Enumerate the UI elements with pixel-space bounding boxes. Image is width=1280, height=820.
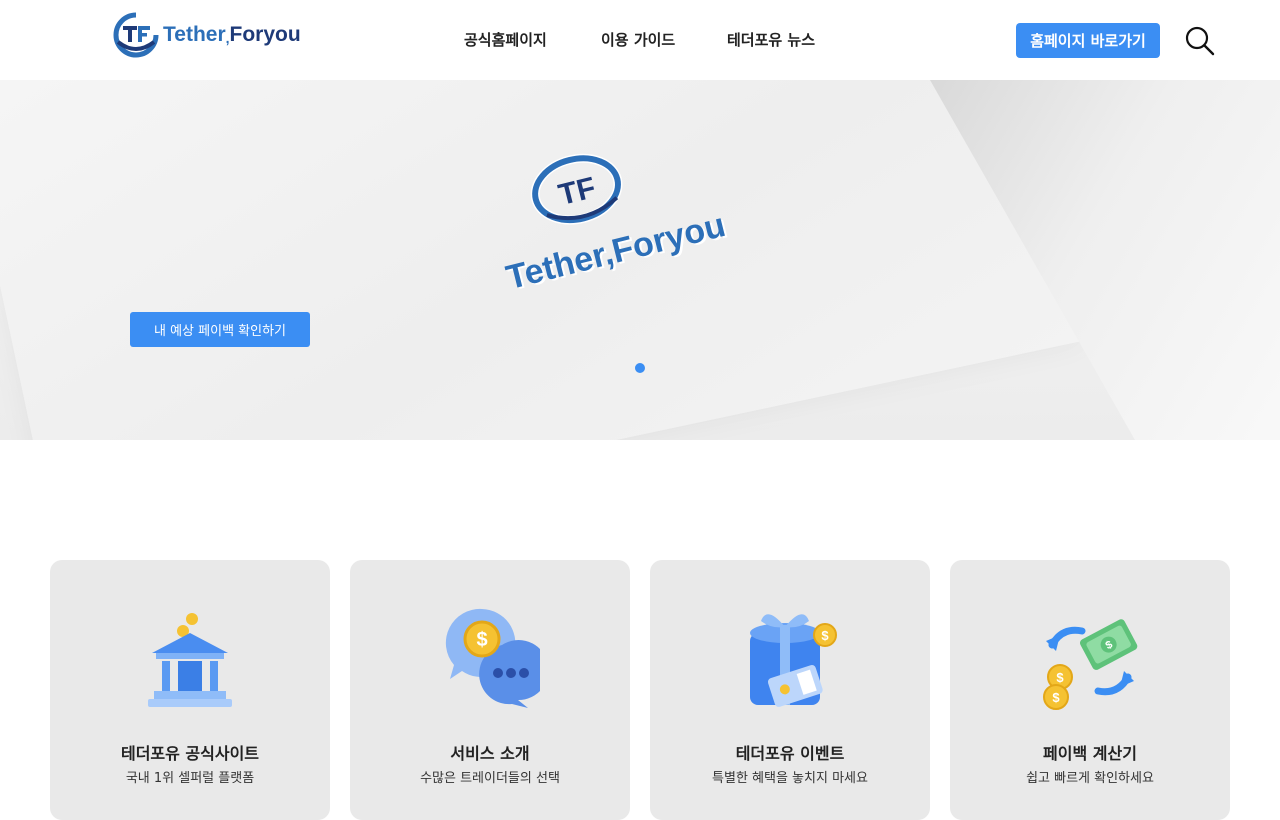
hero-logo-monogram: TF (555, 171, 599, 212)
feature-cards: 테더포유 공식사이트 국내 1위 셀퍼럴 플랫폼 $ 서비스 소개 수많은 트레… (50, 560, 1230, 820)
chat-coin-icon: $ (445, 608, 540, 708)
hero-banner: TF Tether,Foryou Tether,Foryou 내 예상 페이백 … (0, 80, 1280, 440)
slider-dot-active[interactable] (635, 363, 645, 373)
svg-text:$: $ (821, 628, 829, 643)
card-subtitle: 쉽고 빠르게 확인하세요 (1026, 771, 1154, 786)
card-title: 서비스 소개 (450, 744, 530, 763)
svg-text:$: $ (1052, 690, 1060, 705)
svg-text:$: $ (476, 629, 487, 651)
card-title: 테더포유 공식사이트 (120, 744, 260, 763)
card-subtitle: 특별한 혜택을 놓치지 마세요 (712, 771, 868, 786)
search-icon[interactable] (1185, 26, 1215, 56)
exchange-icon: $ $ $ (1043, 619, 1138, 710)
card-subtitle: 국내 1위 셀퍼럴 플랫폼 (125, 771, 255, 786)
gift-icon: $ (750, 614, 837, 707)
check-payback-button[interactable]: 내 예상 페이백 확인하기 (130, 312, 310, 347)
card-events[interactable]: $ 테더포유 이벤트 특별한 혜택을 놓치지 마세요 (650, 560, 930, 820)
card-subtitle: 수많은 트레이더들의 선택 (420, 771, 560, 786)
logo-wordmark: Tether,Foryou (163, 23, 301, 46)
card-payback-calculator[interactable]: $ $ $ 페이백 계산기 쉽고 빠르게 확인하세요 (950, 560, 1230, 820)
nav-official-homepage[interactable]: 공식홈페이지 (464, 29, 547, 50)
site-header: Tether,Foryou 공식홈페이지 이용 가이드 테더포유 뉴스 홈페이지… (0, 0, 1280, 80)
card-title: 페이백 계산기 (1043, 744, 1137, 763)
site-logo[interactable]: Tether,Foryou (113, 11, 301, 59)
hero-embossed-logo: TF Tether,Foryou Tether,Foryou (502, 153, 730, 299)
bank-icon (148, 613, 232, 707)
card-official-site[interactable]: 테더포유 공식사이트 국내 1위 셀퍼럴 플랫폼 (50, 560, 330, 820)
nav-news[interactable]: 테더포유 뉴스 (727, 29, 815, 50)
card-service-intro[interactable]: $ 서비스 소개 수많은 트레이더들의 선택 (350, 560, 630, 820)
card-title: 테더포유 이벤트 (735, 744, 845, 763)
homepage-shortcut-button[interactable]: 홈페이지 바로가기 (1016, 23, 1160, 58)
nav-usage-guide[interactable]: 이용 가이드 (601, 29, 675, 50)
tf-logo-icon (113, 12, 159, 58)
svg-text:$: $ (1056, 670, 1064, 685)
